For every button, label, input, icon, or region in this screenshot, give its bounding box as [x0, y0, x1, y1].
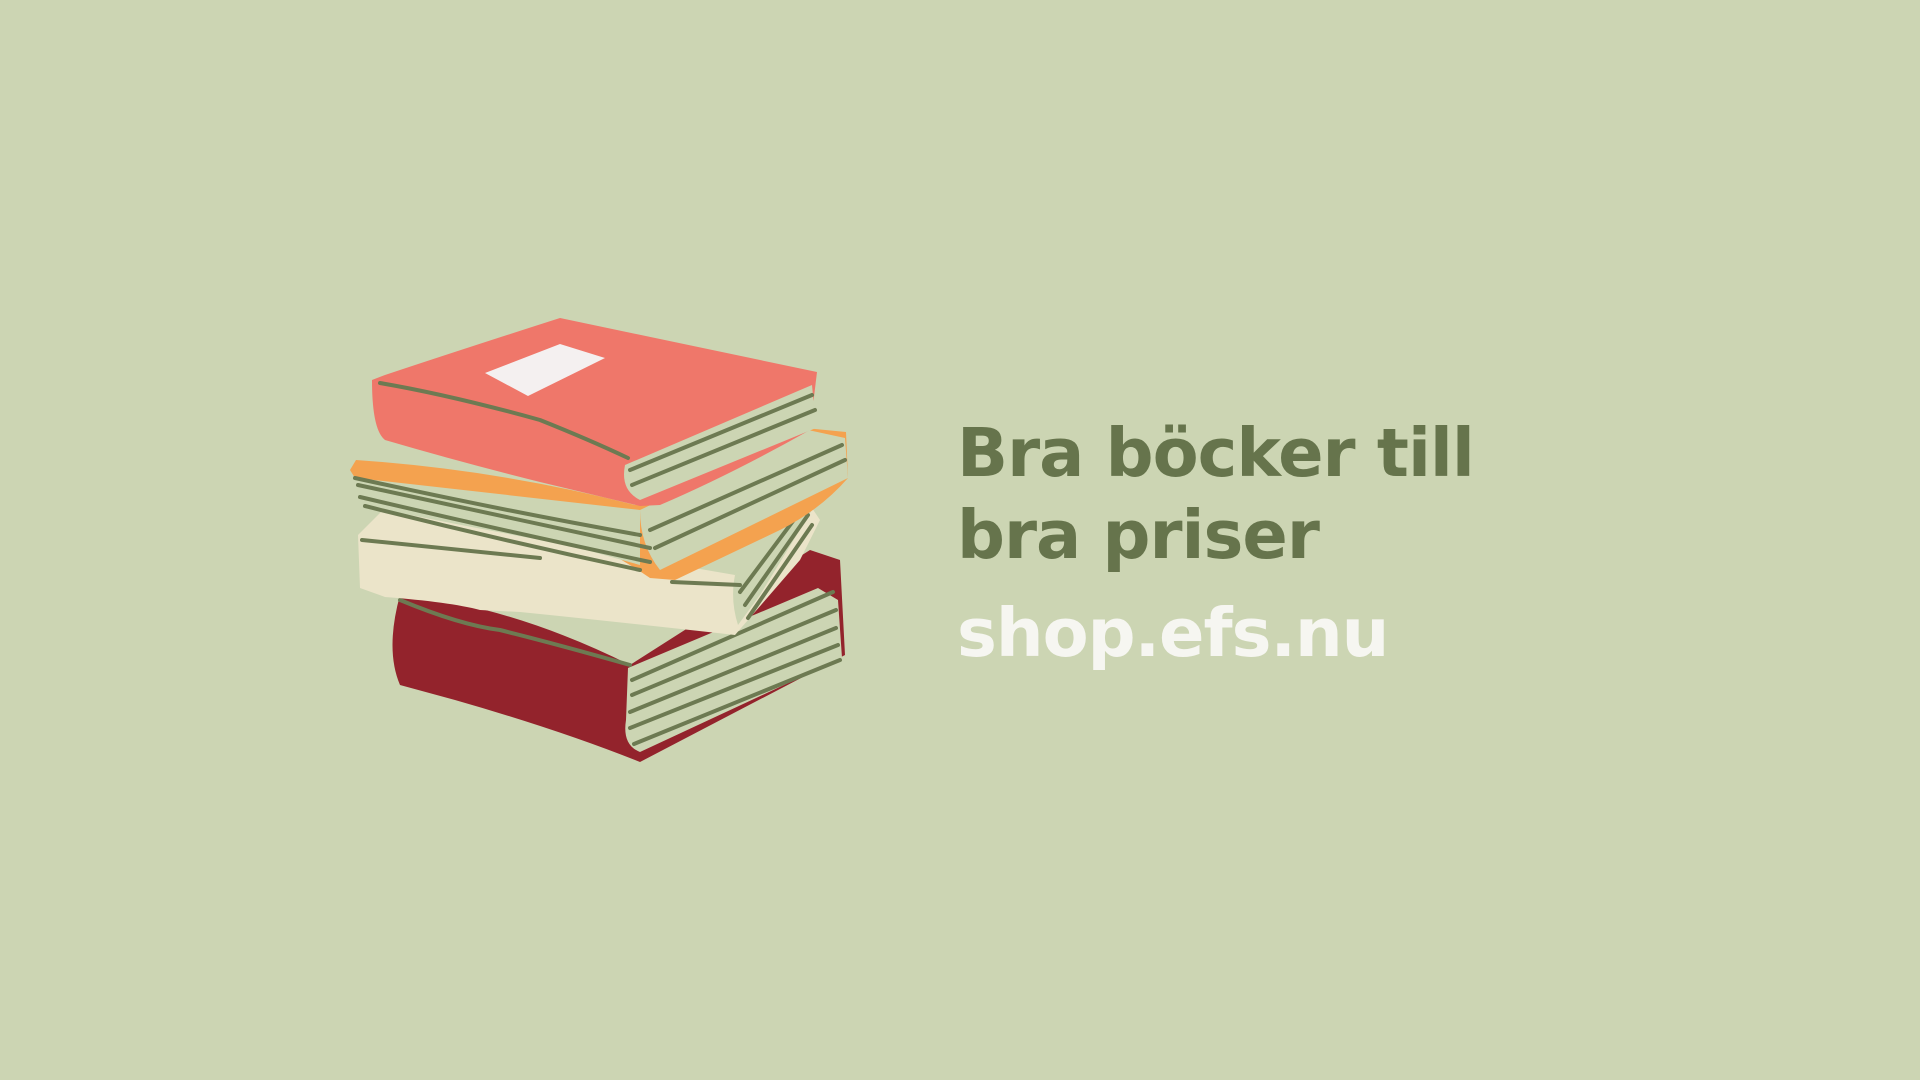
headline-line-1: Bra böcker till	[957, 414, 1475, 492]
shop-url[interactable]: shop.efs.nu	[957, 592, 1474, 674]
headline-line-2: bra priser	[957, 496, 1320, 574]
ad-banner: Bra böcker till bra priser shop.efs.nu	[0, 0, 1920, 1080]
promo-text: Bra böcker till bra priser shop.efs.nu	[957, 412, 1475, 674]
